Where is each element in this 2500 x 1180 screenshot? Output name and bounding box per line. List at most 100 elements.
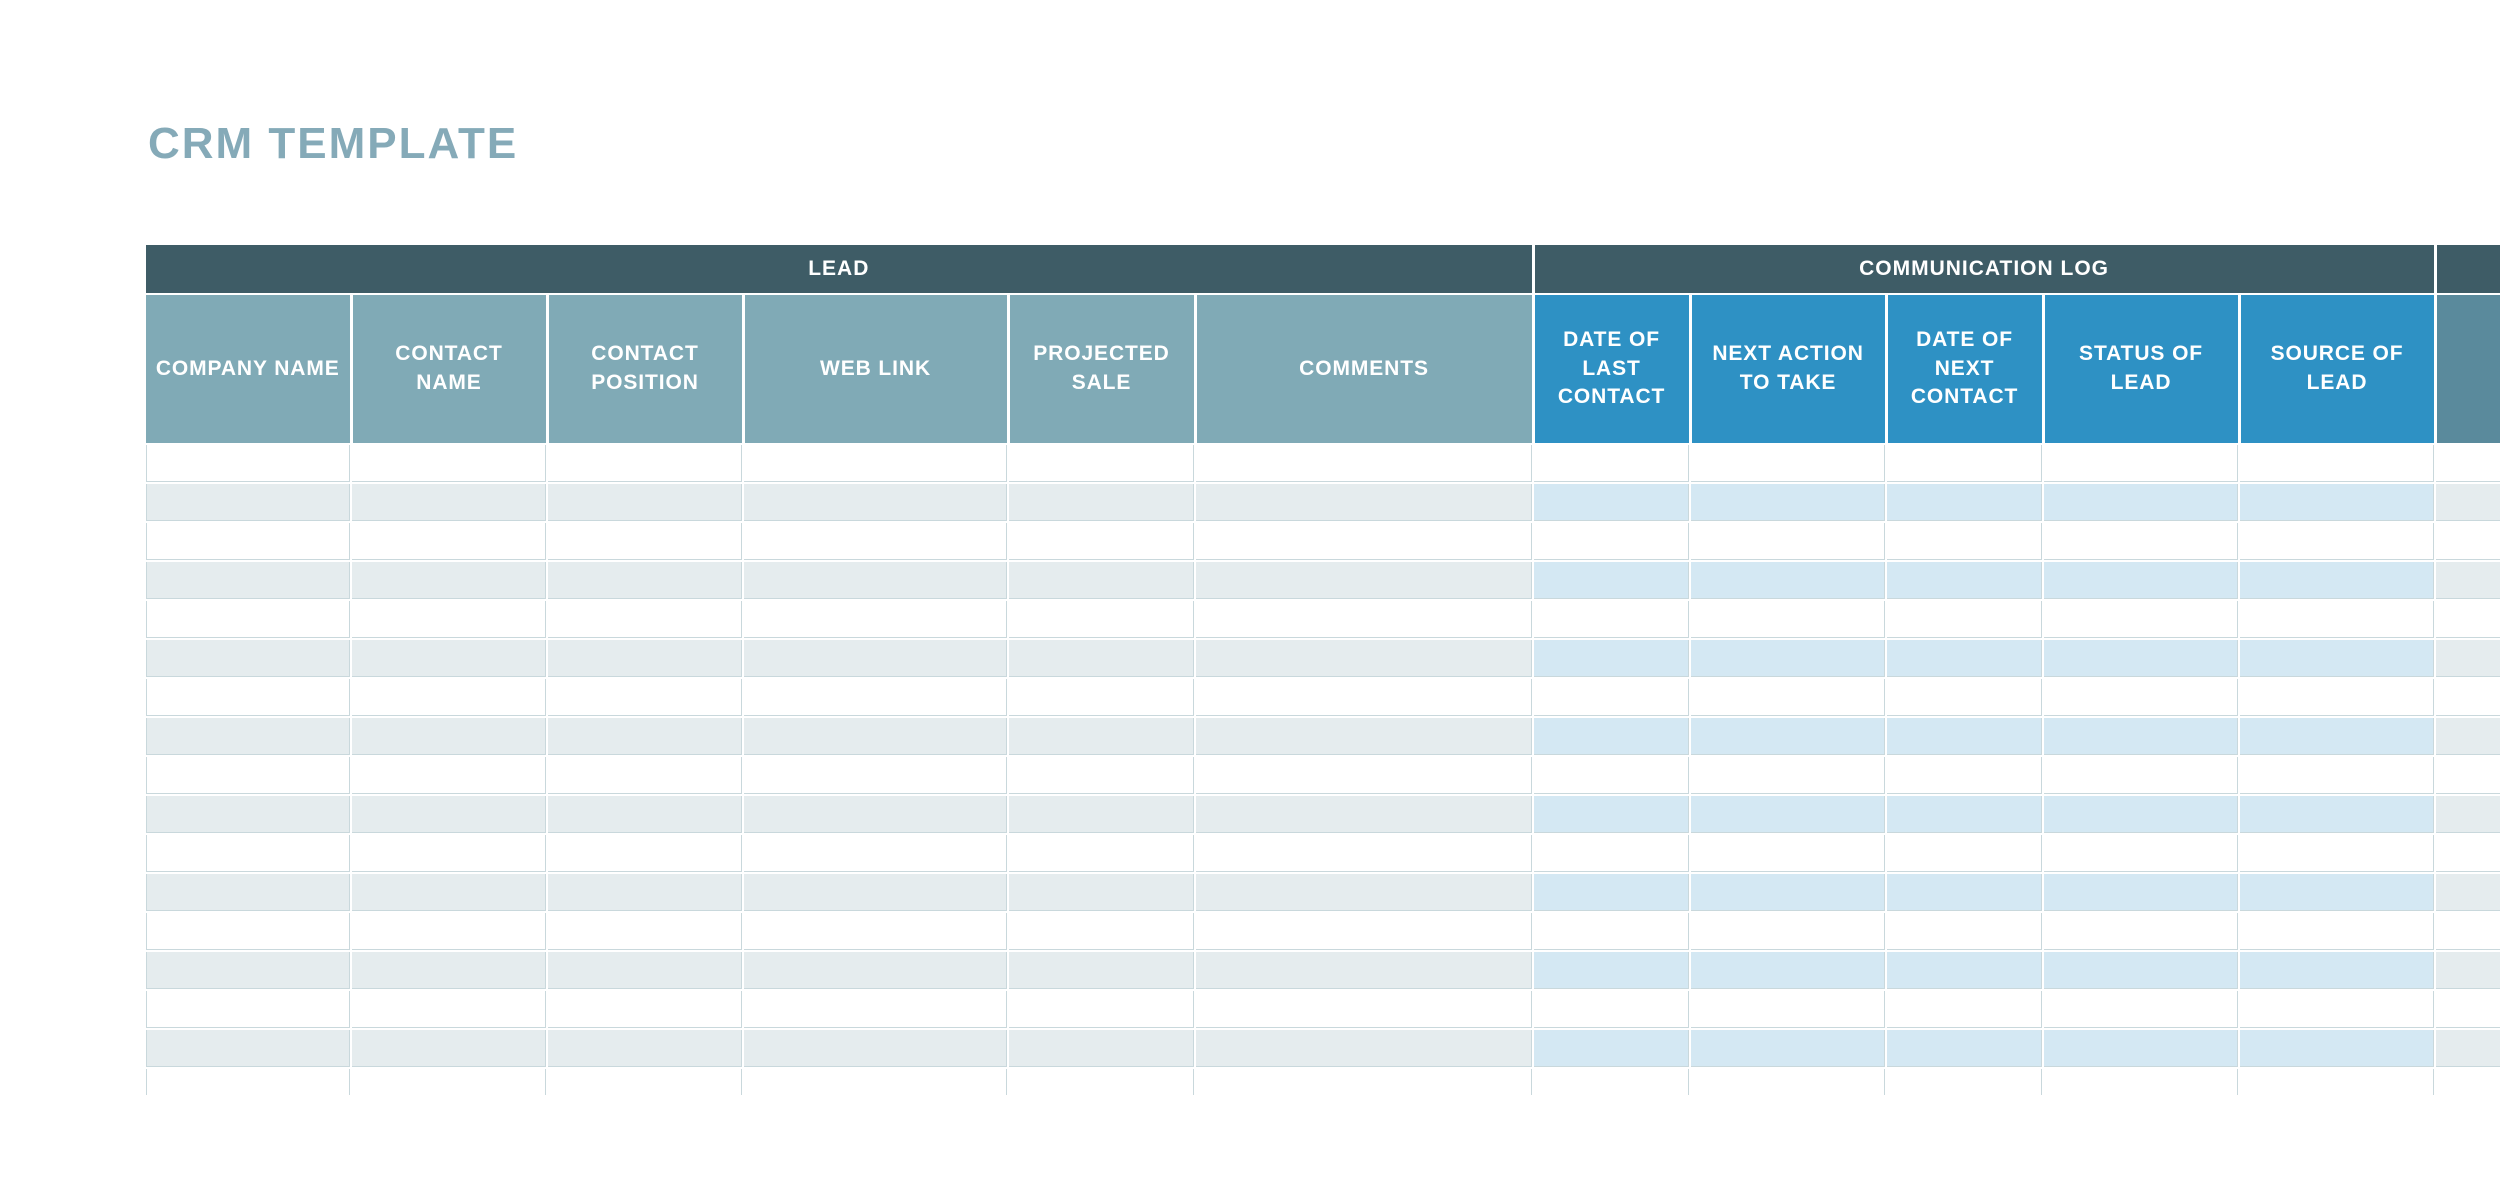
table-cell[interactable] (2043, 990, 2241, 1030)
table-cell[interactable] (1008, 639, 1196, 679)
table-cell[interactable] (2435, 990, 2500, 1030)
table-cell[interactable] (351, 483, 548, 523)
table-cell[interactable] (146, 600, 352, 640)
table-cell[interactable] (2043, 795, 2241, 835)
table-cell[interactable] (351, 873, 548, 913)
column-header-company-name[interactable]: COMPANY NAME (146, 294, 353, 445)
table-cell[interactable] (1195, 951, 1535, 991)
column-header-projected-sale[interactable]: PROJECTED SALE (1008, 294, 1197, 445)
table-cell[interactable] (146, 561, 352, 601)
table-cell[interactable] (743, 1068, 1009, 1095)
table-cell[interactable] (1195, 756, 1535, 796)
table-cell[interactable] (547, 1029, 744, 1069)
table-cell[interactable] (1008, 483, 1196, 523)
table-cell[interactable] (1886, 639, 2045, 679)
table-cell[interactable] (1195, 1029, 1535, 1069)
table-cell[interactable] (351, 951, 548, 991)
table-cell[interactable] (1690, 600, 1888, 640)
table-cell[interactable] (1690, 873, 1888, 913)
table-cell[interactable] (1008, 1029, 1196, 1069)
table-cell[interactable] (1886, 717, 2045, 757)
table-cell[interactable] (2043, 1068, 2241, 1095)
table-cell[interactable] (146, 1068, 352, 1095)
table-cell[interactable] (743, 873, 1009, 913)
table-cell[interactable] (146, 873, 352, 913)
table-cell[interactable] (1533, 600, 1692, 640)
table-cell[interactable] (547, 990, 744, 1030)
table-cell[interactable] (2239, 678, 2437, 718)
table-cell[interactable] (547, 678, 744, 718)
table-cell[interactable] (1690, 990, 1888, 1030)
table-cell[interactable] (2043, 444, 2241, 484)
table-cell[interactable] (547, 873, 744, 913)
table-cell[interactable] (1886, 483, 2045, 523)
table-cell[interactable] (743, 483, 1009, 523)
table-cell[interactable] (1195, 1068, 1535, 1095)
table-cell[interactable] (351, 639, 548, 679)
table-cell[interactable] (1008, 795, 1196, 835)
table-cell[interactable] (1008, 600, 1196, 640)
table-cell[interactable] (1008, 561, 1196, 601)
table-cell[interactable] (1008, 522, 1196, 562)
table-cell[interactable] (146, 522, 352, 562)
table-cell[interactable] (2435, 444, 2500, 484)
table-cell[interactable] (1533, 639, 1692, 679)
table-cell[interactable] (547, 444, 744, 484)
table-cell[interactable] (2043, 678, 2241, 718)
table-cell[interactable] (2043, 483, 2241, 523)
table-cell[interactable] (1008, 912, 1196, 952)
column-header-web-link[interactable]: WEB LINK (743, 294, 1010, 445)
table-cell[interactable] (146, 1029, 352, 1069)
table-cell[interactable] (1886, 795, 2045, 835)
table-cell[interactable] (2239, 1068, 2437, 1095)
column-header-extra[interactable]: E (2435, 294, 2500, 445)
table-cell[interactable] (547, 834, 744, 874)
column-header-comments[interactable]: COMMENTS (1195, 294, 1535, 445)
table-cell[interactable] (1690, 639, 1888, 679)
table-cell[interactable] (1690, 795, 1888, 835)
table-cell[interactable] (351, 1068, 548, 1095)
table-cell[interactable] (146, 795, 352, 835)
table-cell[interactable] (2239, 756, 2437, 796)
table-cell[interactable] (1195, 600, 1535, 640)
table-cell[interactable] (2043, 717, 2241, 757)
column-header-date-of-next-contact[interactable]: DATE OF NEXT CONTACT (1886, 294, 2045, 445)
table-cell[interactable] (1690, 561, 1888, 601)
table-cell[interactable] (1195, 990, 1535, 1030)
table-cell[interactable] (351, 561, 548, 601)
table-cell[interactable] (2435, 1068, 2500, 1095)
table-cell[interactable] (1886, 678, 2045, 718)
table-cell[interactable] (1533, 717, 1692, 757)
column-header-date-of-last-contact[interactable]: DATE OF LAST CONTACT (1533, 294, 1692, 445)
table-cell[interactable] (1690, 717, 1888, 757)
table-cell[interactable] (1008, 990, 1196, 1030)
table-cell[interactable] (1533, 795, 1692, 835)
table-cell[interactable] (2435, 717, 2500, 757)
table-cell[interactable] (1533, 756, 1692, 796)
table-cell[interactable] (2043, 1029, 2241, 1069)
table-cell[interactable] (547, 639, 744, 679)
table-cell[interactable] (2043, 873, 2241, 913)
table-cell[interactable] (743, 717, 1009, 757)
table-cell[interactable] (2435, 912, 2500, 952)
column-header-contact-name[interactable]: CONTACT NAME (351, 294, 549, 445)
table-cell[interactable] (547, 951, 744, 991)
table-cell[interactable] (1886, 1029, 2045, 1069)
table-cell[interactable] (146, 639, 352, 679)
table-cell[interactable] (2043, 756, 2241, 796)
table-cell[interactable] (2239, 600, 2437, 640)
table-cell[interactable] (1886, 522, 2045, 562)
table-cell[interactable] (1533, 444, 1692, 484)
table-cell[interactable] (1533, 522, 1692, 562)
table-cell[interactable] (1533, 990, 1692, 1030)
table-cell[interactable] (2239, 912, 2437, 952)
table-cell[interactable] (351, 678, 548, 718)
table-cell[interactable] (1008, 1068, 1196, 1095)
table-cell[interactable] (2239, 483, 2437, 523)
table-cell[interactable] (547, 522, 744, 562)
table-cell[interactable] (146, 444, 352, 484)
table-cell[interactable] (2239, 795, 2437, 835)
table-cell[interactable] (743, 756, 1009, 796)
table-cell[interactable] (1886, 756, 2045, 796)
table-cell[interactable] (1690, 1029, 1888, 1069)
